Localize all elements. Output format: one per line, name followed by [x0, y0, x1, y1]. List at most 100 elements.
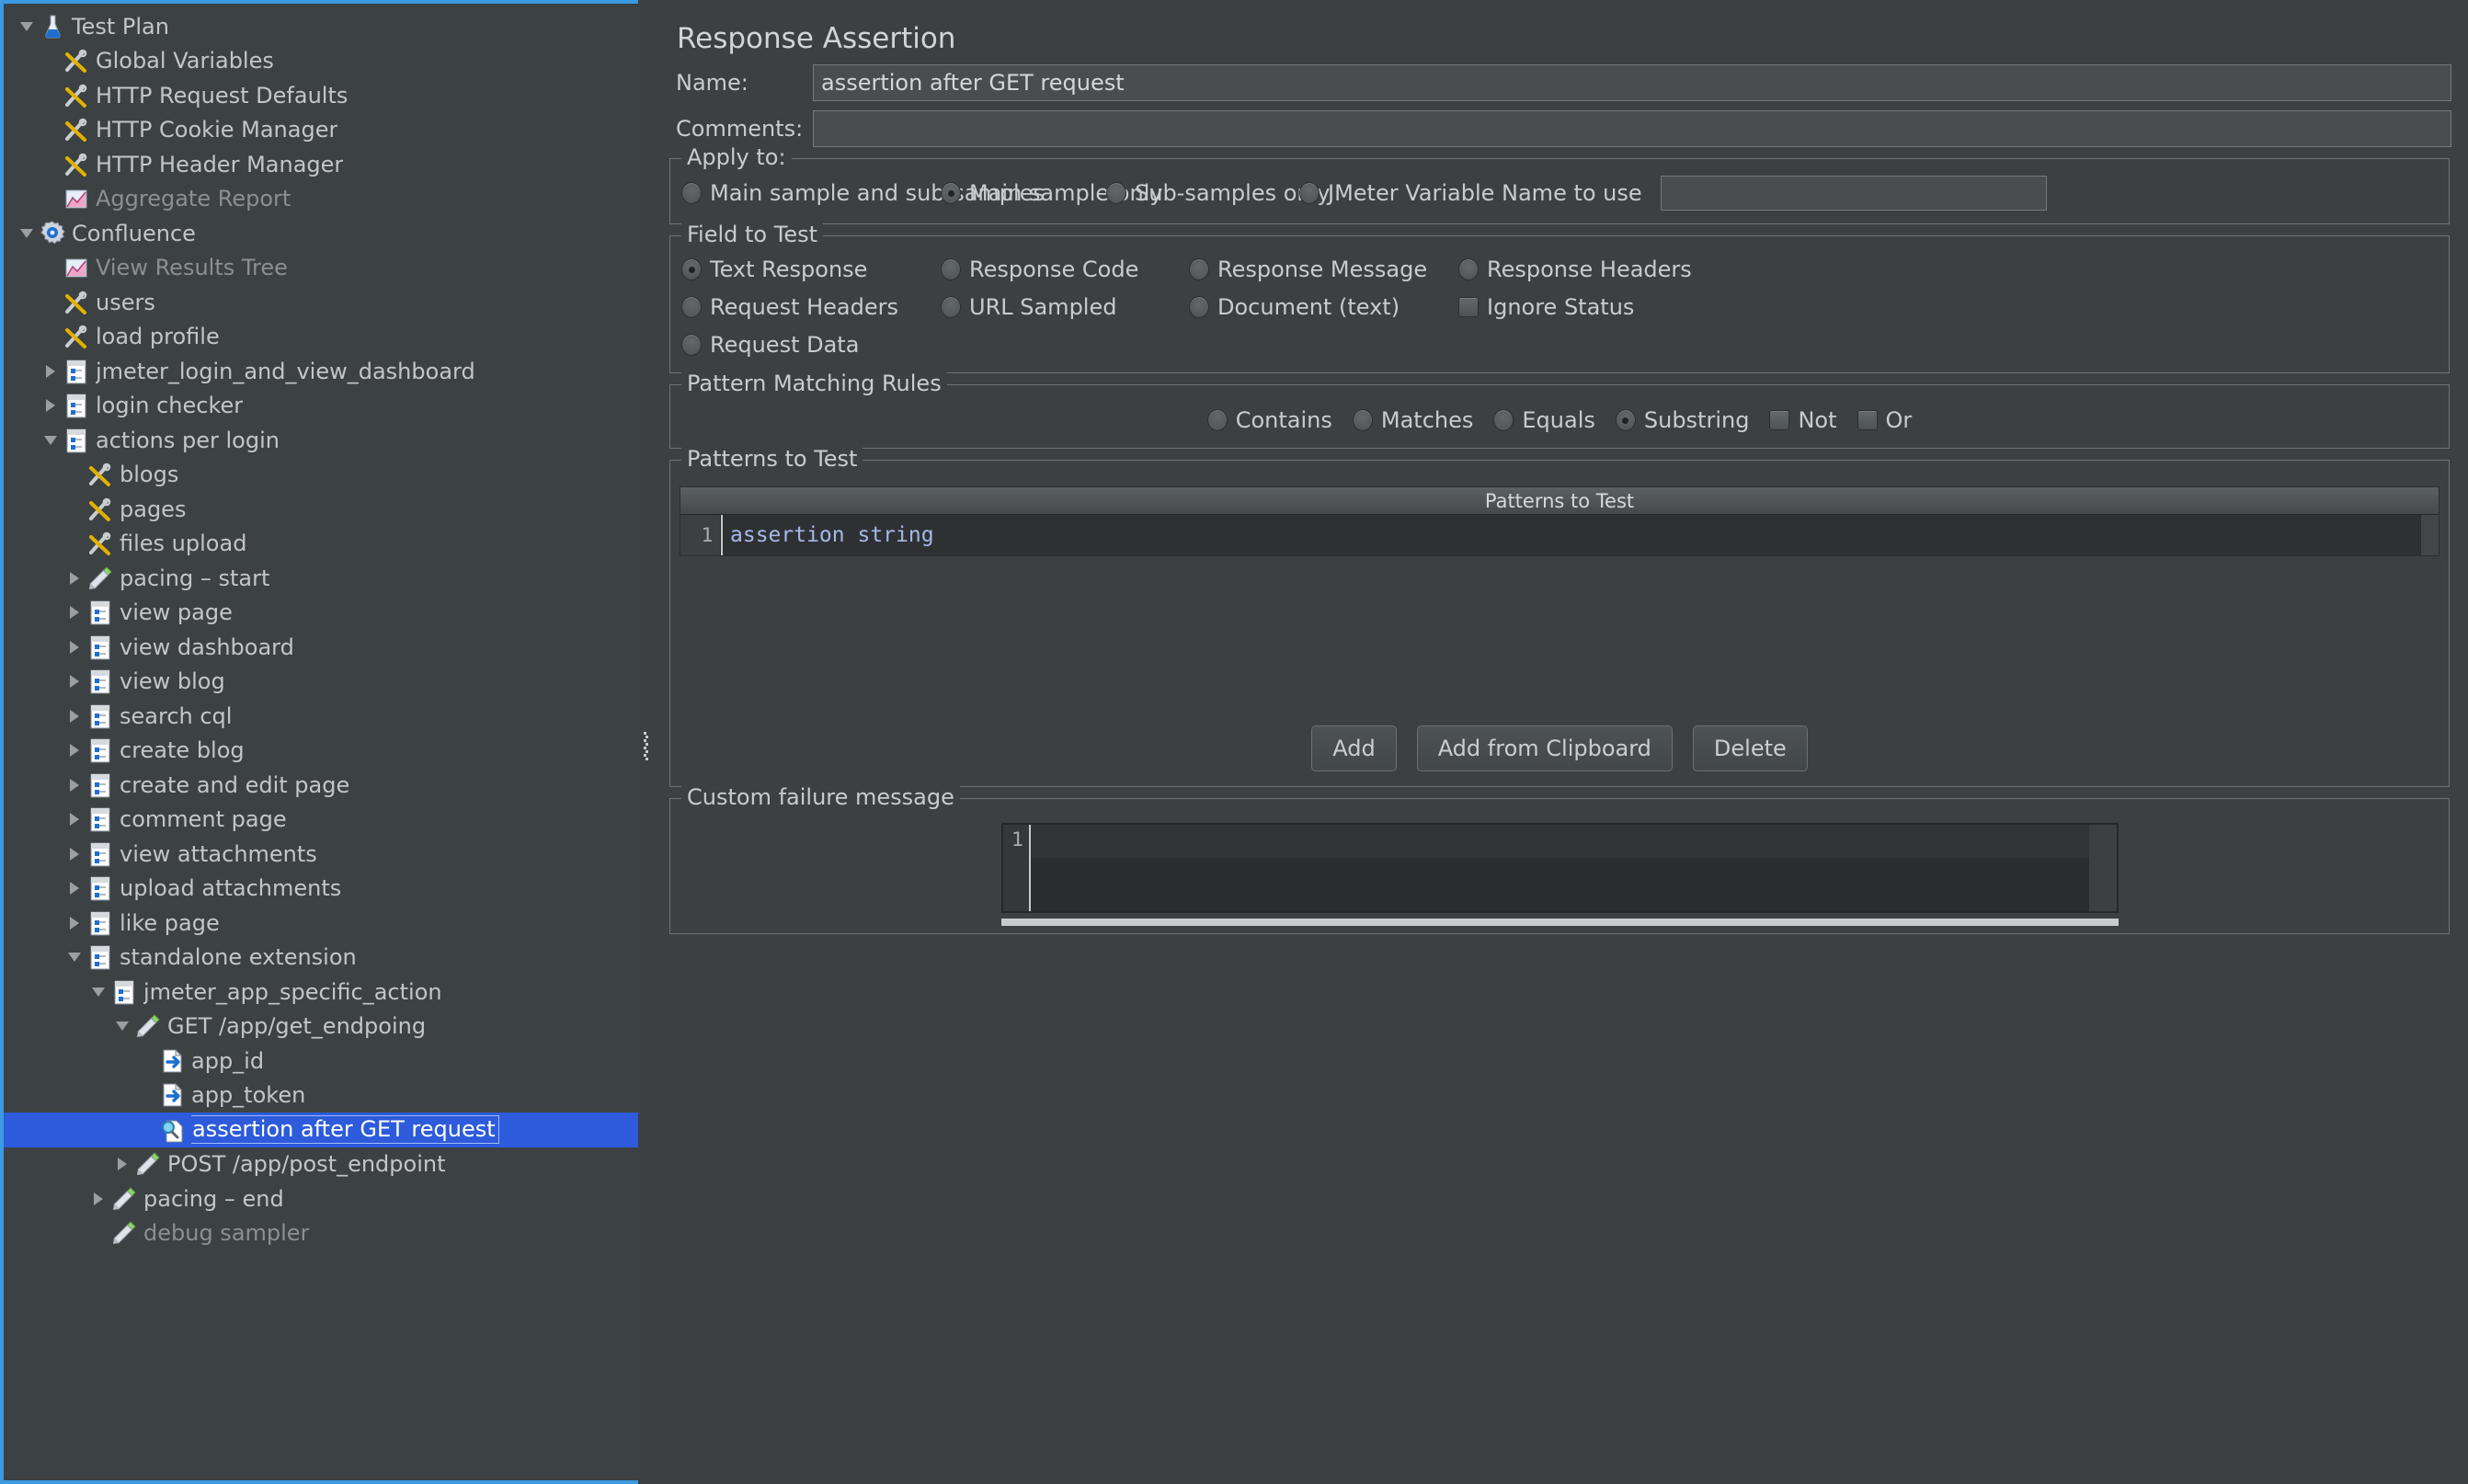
radio-icon[interactable]	[681, 334, 702, 356]
radio-icon[interactable]	[1353, 409, 1373, 431]
tree-item-assertion-after-get-request[interactable]: assertion after GET request	[4, 1113, 638, 1147]
tree-item-view-blog[interactable]: view blog	[4, 665, 638, 700]
chevron-right-icon[interactable]	[110, 1158, 134, 1170]
test-plan-tree-panel[interactable]: Test PlanGlobal VariablesHTTP Request De…	[0, 0, 638, 1484]
custom-failure-horizontal-scrollbar[interactable]	[1001, 919, 2119, 926]
tree-item-app-id[interactable]: app_id	[4, 1044, 638, 1079]
chevron-down-icon[interactable]	[110, 1022, 134, 1031]
checkbox-icon[interactable]	[1769, 410, 1789, 430]
chevron-down-icon[interactable]	[15, 229, 39, 238]
checkbox-icon[interactable]	[1857, 410, 1878, 430]
tree-item-get-app-get-endpoing[interactable]: GET /app/get_endpoing	[4, 1010, 638, 1045]
radio-icon[interactable]	[681, 258, 702, 280]
radio-icon[interactable]	[1106, 182, 1126, 204]
chevron-right-icon[interactable]	[63, 641, 86, 654]
radio-icon[interactable]	[1189, 258, 1209, 280]
radio-icon[interactable]	[681, 296, 702, 318]
tree-item-view-results-tree[interactable]: View Results Tree	[4, 251, 638, 286]
chevron-down-icon[interactable]	[63, 953, 86, 962]
tree-item-login-checker[interactable]: login checker	[4, 389, 638, 424]
tree-item-debug-sampler[interactable]: debug sampler	[4, 1216, 638, 1251]
checkbox-icon[interactable]	[1458, 297, 1479, 317]
patterns-vertical-scrollbar[interactable]	[2420, 515, 2439, 555]
tree-item-view-page[interactable]: view page	[4, 596, 638, 631]
tree-item-view-attachments[interactable]: view attachments	[4, 837, 638, 872]
field-document-text[interactable]: Document (text)	[1189, 294, 1458, 320]
pattern-cell-value[interactable]: assertion string	[721, 515, 2420, 555]
tree-item-files-upload[interactable]: files upload	[4, 527, 638, 562]
jmeter-variable-input[interactable]	[1661, 176, 2047, 211]
radio-icon[interactable]	[941, 182, 961, 204]
field-url-sampled[interactable]: URL Sampled	[941, 294, 1189, 320]
panel-splitter[interactable]	[638, 0, 653, 1484]
tree-item-pacing-end[interactable]: pacing – end	[4, 1181, 638, 1216]
apply-to-main-and-sub[interactable]: Main sample and sub-samples	[681, 180, 941, 206]
tree-item-http-cookie-manager[interactable]: HTTP Cookie Manager	[4, 113, 638, 148]
field-response-message[interactable]: Response Message	[1189, 257, 1458, 282]
custom-failure-message-input[interactable]	[1031, 825, 2089, 911]
rule-or[interactable]: Or	[1857, 407, 1913, 433]
chevron-right-icon[interactable]	[63, 848, 86, 861]
field-response-code[interactable]: Response Code	[941, 257, 1189, 282]
tree-item-blogs[interactable]: blogs	[4, 458, 638, 493]
name-input[interactable]	[813, 64, 2451, 101]
chevron-right-icon[interactable]	[39, 399, 63, 412]
radio-icon[interactable]	[1616, 409, 1636, 431]
chevron-right-icon[interactable]	[86, 1193, 110, 1205]
patterns-table[interactable]: Patterns to Test 1 assertion string	[680, 486, 2439, 556]
tree-item-pacing-start[interactable]: pacing – start	[4, 561, 638, 596]
radio-icon[interactable]	[1207, 409, 1228, 431]
rule-equals[interactable]: Equals	[1493, 407, 1595, 433]
chevron-right-icon[interactable]	[63, 710, 86, 723]
chevron-down-icon[interactable]	[86, 987, 110, 997]
tree-item-like-page[interactable]: like page	[4, 906, 638, 941]
tree-item-search-cql[interactable]: search cql	[4, 699, 638, 734]
custom-failure-message-editor[interactable]: 1	[1001, 823, 2119, 913]
tree-item-jmeter-login-and-view-dashboard[interactable]: jmeter_login_and_view_dashboard	[4, 354, 638, 389]
chevron-right-icon[interactable]	[63, 572, 86, 585]
field-ignore-status[interactable]: Ignore Status	[1458, 294, 2438, 320]
radio-icon[interactable]	[681, 182, 702, 204]
chevron-right-icon[interactable]	[63, 675, 86, 688]
chevron-down-icon[interactable]	[39, 436, 63, 445]
apply-to-jmeter-variable[interactable]: JMeter Variable Name to use	[1299, 180, 1642, 206]
tree-item-comment-page[interactable]: comment page	[4, 803, 638, 838]
field-text-response[interactable]: Text Response	[681, 257, 941, 282]
chevron-right-icon[interactable]	[63, 882, 86, 895]
rule-contains[interactable]: Contains	[1207, 407, 1332, 433]
table-row[interactable]: 1 assertion string	[680, 515, 2439, 555]
tree-item-post-app-post-endpoint[interactable]: POST /app/post_endpoint	[4, 1147, 638, 1182]
rule-matches[interactable]: Matches	[1353, 407, 1474, 433]
chevron-right-icon[interactable]	[63, 744, 86, 757]
tree-item-global-variables[interactable]: Global Variables	[4, 44, 638, 79]
rule-substring[interactable]: Substring	[1616, 407, 1750, 433]
chevron-right-icon[interactable]	[63, 606, 86, 619]
chevron-right-icon[interactable]	[63, 779, 86, 792]
tree-item-http-request-defaults[interactable]: HTTP Request Defaults	[4, 78, 638, 113]
apply-to-main-only[interactable]: Main sample only	[941, 180, 1106, 206]
add-button[interactable]: Add	[1311, 725, 1396, 771]
chevron-right-icon[interactable]	[63, 813, 86, 826]
chevron-right-icon[interactable]	[39, 365, 63, 378]
comments-input[interactable]	[813, 110, 2451, 147]
tree-item-http-header-manager[interactable]: HTTP Header Manager	[4, 147, 638, 182]
radio-icon[interactable]	[1458, 258, 1479, 280]
radio-icon[interactable]	[941, 258, 961, 280]
apply-to-sub-only[interactable]: Sub-samples only	[1106, 180, 1299, 206]
chevron-down-icon[interactable]	[15, 22, 39, 31]
tree-item-pages[interactable]: pages	[4, 492, 638, 527]
tree-item-aggregate-report[interactable]: Aggregate Report	[4, 182, 638, 217]
test-plan-tree[interactable]: Test PlanGlobal VariablesHTTP Request De…	[4, 4, 638, 1250]
radio-icon[interactable]	[1299, 182, 1320, 204]
tree-item-create-and-edit-page[interactable]: create and edit page	[4, 768, 638, 803]
radio-icon[interactable]	[1189, 296, 1209, 318]
field-request-data[interactable]: Request Data	[681, 332, 941, 358]
tree-item-create-blog[interactable]: create blog	[4, 734, 638, 769]
add-from-clipboard-button[interactable]: Add from Clipboard	[1417, 725, 1673, 771]
rule-not[interactable]: Not	[1769, 407, 1836, 433]
tree-item-users[interactable]: users	[4, 285, 638, 320]
tree-item-test-plan[interactable]: Test Plan	[4, 9, 638, 44]
chevron-right-icon[interactable]	[63, 917, 86, 930]
tree-item-jmeter-app-specific-action[interactable]: jmeter_app_specific_action	[4, 975, 638, 1010]
field-response-headers[interactable]: Response Headers	[1458, 257, 2438, 282]
